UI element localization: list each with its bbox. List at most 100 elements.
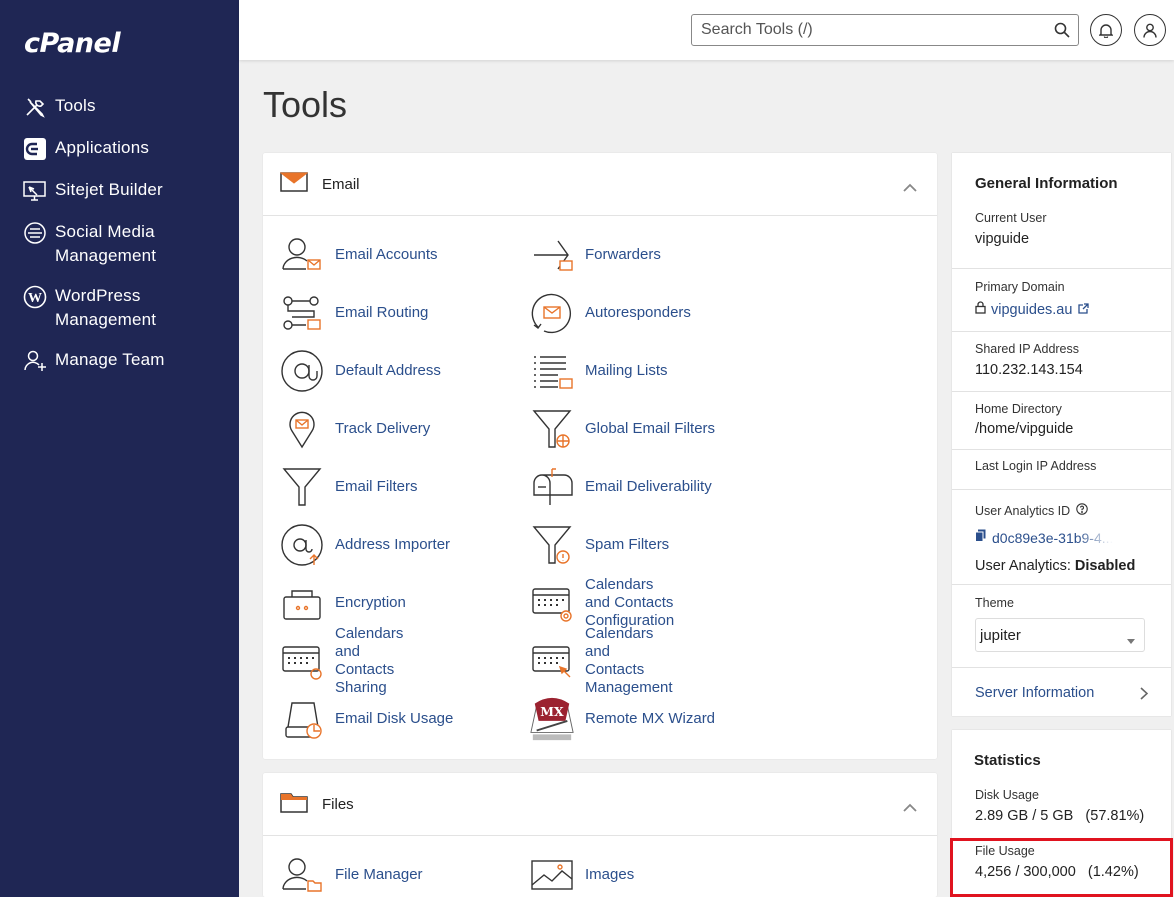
calendars-sharing-icon <box>279 638 325 684</box>
email-deliverability-icon <box>529 464 575 510</box>
tool-images[interactable]: Images <box>529 850 634 897</box>
theme-select[interactable]: jupiter <box>975 618 1145 652</box>
sidebar-item-wordpress[interactable]: W WordPress Management <box>0 284 239 332</box>
chevron-up-icon[interactable] <box>903 799 917 817</box>
file-manager-icon <box>279 852 325 897</box>
tool-email-accounts[interactable]: Email Accounts <box>279 230 438 280</box>
tool-mailing-lists[interactable]: Mailing Lists <box>529 346 668 396</box>
email-disk-usage-icon <box>279 696 325 742</box>
sidebar-item-label: Social Media Management <box>55 222 157 265</box>
help-icon[interactable] <box>1076 502 1088 520</box>
disk-usage-value: 2.89 GB / 5 GB <box>975 808 1074 824</box>
sidebar-item-social-media[interactable]: Social Media Management <box>0 220 239 268</box>
tool-global-email-filters[interactable]: Global Email Filters <box>529 404 715 454</box>
tool-label: Email Accounts <box>335 246 438 263</box>
tool-address-importer[interactable]: Address Importer <box>279 520 450 570</box>
theme-row: Theme jupiter <box>952 585 1171 668</box>
files-panel-header[interactable]: Files <box>263 773 937 836</box>
encryption-icon <box>279 580 325 626</box>
current-user-label: Current User <box>975 211 1047 225</box>
panel-title: Email <box>322 175 360 193</box>
general-information-panel: General Information Current User vipguid… <box>952 153 1171 716</box>
chevron-up-icon[interactable] <box>903 179 917 197</box>
server-information-link[interactable]: Server Information <box>952 668 1171 718</box>
copy-icon[interactable] <box>975 529 986 547</box>
tool-label: Mailing Lists <box>585 362 668 379</box>
tool-forwarders[interactable]: Forwarders <box>529 230 661 280</box>
search-icon[interactable] <box>1054 22 1070 43</box>
tool-autoresponders[interactable]: Autoresponders <box>529 288 691 338</box>
disk-usage-values: 2.89 GB / 5 GB (57.81%) <box>975 808 1171 824</box>
tool-email-routing[interactable]: Email Routing <box>279 288 428 338</box>
social-media-icon <box>22 220 48 246</box>
tool-label: Encryption <box>335 594 406 611</box>
tool-spam-filters[interactable]: Spam Filters <box>529 520 669 570</box>
primary-domain-link[interactable]: vipguides.au <box>991 302 1072 318</box>
lock-icon <box>975 301 986 319</box>
analytics-row: User Analytics ID d0c89e3e-31b9-4... Use… <box>952 490 1171 585</box>
tool-default-address[interactable]: Default Address <box>279 346 441 396</box>
theme-value: jupiter <box>980 626 1021 644</box>
tool-track-delivery[interactable]: Track Delivery <box>279 404 430 454</box>
tool-calendars-management[interactable]: Calendars and Contacts Management <box>529 625 673 696</box>
tool-email-deliverability[interactable]: Email Deliverability <box>529 462 712 512</box>
tool-label: Global Email Filters <box>585 420 716 437</box>
tool-calendars-sharing[interactable]: Calendars and Contacts Sharing <box>279 625 403 696</box>
sidebar-item-sitejet-builder[interactable]: Sitejet Builder <box>0 178 239 204</box>
tool-label: File Manager <box>335 866 423 883</box>
sidebar-item-label: Manage Team <box>55 350 165 369</box>
cpanel-logo[interactable]: cPanel <box>24 28 121 59</box>
email-filters-icon <box>279 464 325 510</box>
tool-file-manager[interactable]: File Manager <box>279 850 423 897</box>
tool-email-filters[interactable]: Email Filters <box>279 462 418 512</box>
tool-label: Email Deliverability <box>585 478 712 495</box>
current-user-row: General Information Current User vipguid… <box>952 153 1171 269</box>
sidebar-item-applications[interactable]: Applications <box>0 136 239 162</box>
general-info-title: General Information <box>975 175 1118 192</box>
tool-label: Email Filters <box>335 478 418 495</box>
last-login-row: Last Login IP Address <box>952 450 1171 490</box>
tool-label: Default Address <box>335 362 441 379</box>
sidebar-item-label: Tools <box>55 96 96 115</box>
tool-label: Email Routing <box>335 304 429 321</box>
tool-label: Remote MX Wizard <box>585 710 716 727</box>
analytics-label-wrap: User Analytics ID <box>975 502 1171 520</box>
sidebar-item-tools[interactable]: Tools <box>0 94 239 120</box>
home-directory-label: Home Directory <box>975 402 1062 416</box>
svg-text:W: W <box>28 291 42 306</box>
tool-label: Calendars and Contacts Configuration <box>585 576 675 629</box>
envelope-icon <box>279 171 309 197</box>
sidebar-item-manage-team[interactable]: Manage Team <box>0 348 239 374</box>
tool-label: Calendars and Contacts Sharing <box>335 625 404 696</box>
home-directory-value: /home/vipguide <box>975 421 1074 437</box>
search-box[interactable] <box>691 14 1079 46</box>
bell-icon <box>1099 23 1113 38</box>
tool-remote-mx-wizard[interactable]: MX Remote MX Wizard <box>529 694 715 744</box>
analytics-id-label: User Analytics ID <box>975 504 1071 518</box>
email-panel-header[interactable]: Email <box>263 153 937 216</box>
tool-calendars-configuration[interactable]: Calendars and Contacts Configuration <box>529 576 674 629</box>
disk-usage-label: Disk Usage <box>975 788 1039 802</box>
folder-icon <box>280 791 308 818</box>
analytics-id-value[interactable]: d0c89e3e-31b9-4... <box>992 530 1113 546</box>
primary-domain-label: Primary Domain <box>975 280 1065 294</box>
last-login-label: Last Login IP Address <box>975 459 1097 473</box>
file-usage-highlight-box <box>950 838 1173 897</box>
sidebar-item-label: Sitejet Builder <box>55 180 163 199</box>
tool-encryption[interactable]: Encryption <box>279 578 406 628</box>
notifications-button[interactable] <box>1090 14 1122 46</box>
wordpress-icon: W <box>22 284 48 310</box>
analytics-status-value: Disabled <box>1074 558 1136 574</box>
manage-team-icon <box>22 348 48 374</box>
tool-label: Spam Filters <box>585 536 670 553</box>
external-link-icon[interactable] <box>1078 301 1090 319</box>
search-input[interactable] <box>692 15 1032 45</box>
calendars-config-icon <box>529 580 575 626</box>
tool-email-disk-usage[interactable]: Email Disk Usage <box>279 694 453 744</box>
primary-domain-link-wrap: vipguides.au <box>975 301 1171 319</box>
tool-label: Track Delivery <box>335 420 431 437</box>
analytics-status-label: User Analytics: <box>975 558 1075 574</box>
autoresponders-icon <box>529 290 575 336</box>
user-menu-button[interactable] <box>1134 14 1166 46</box>
remote-mx-wizard-icon: MX <box>529 696 575 742</box>
